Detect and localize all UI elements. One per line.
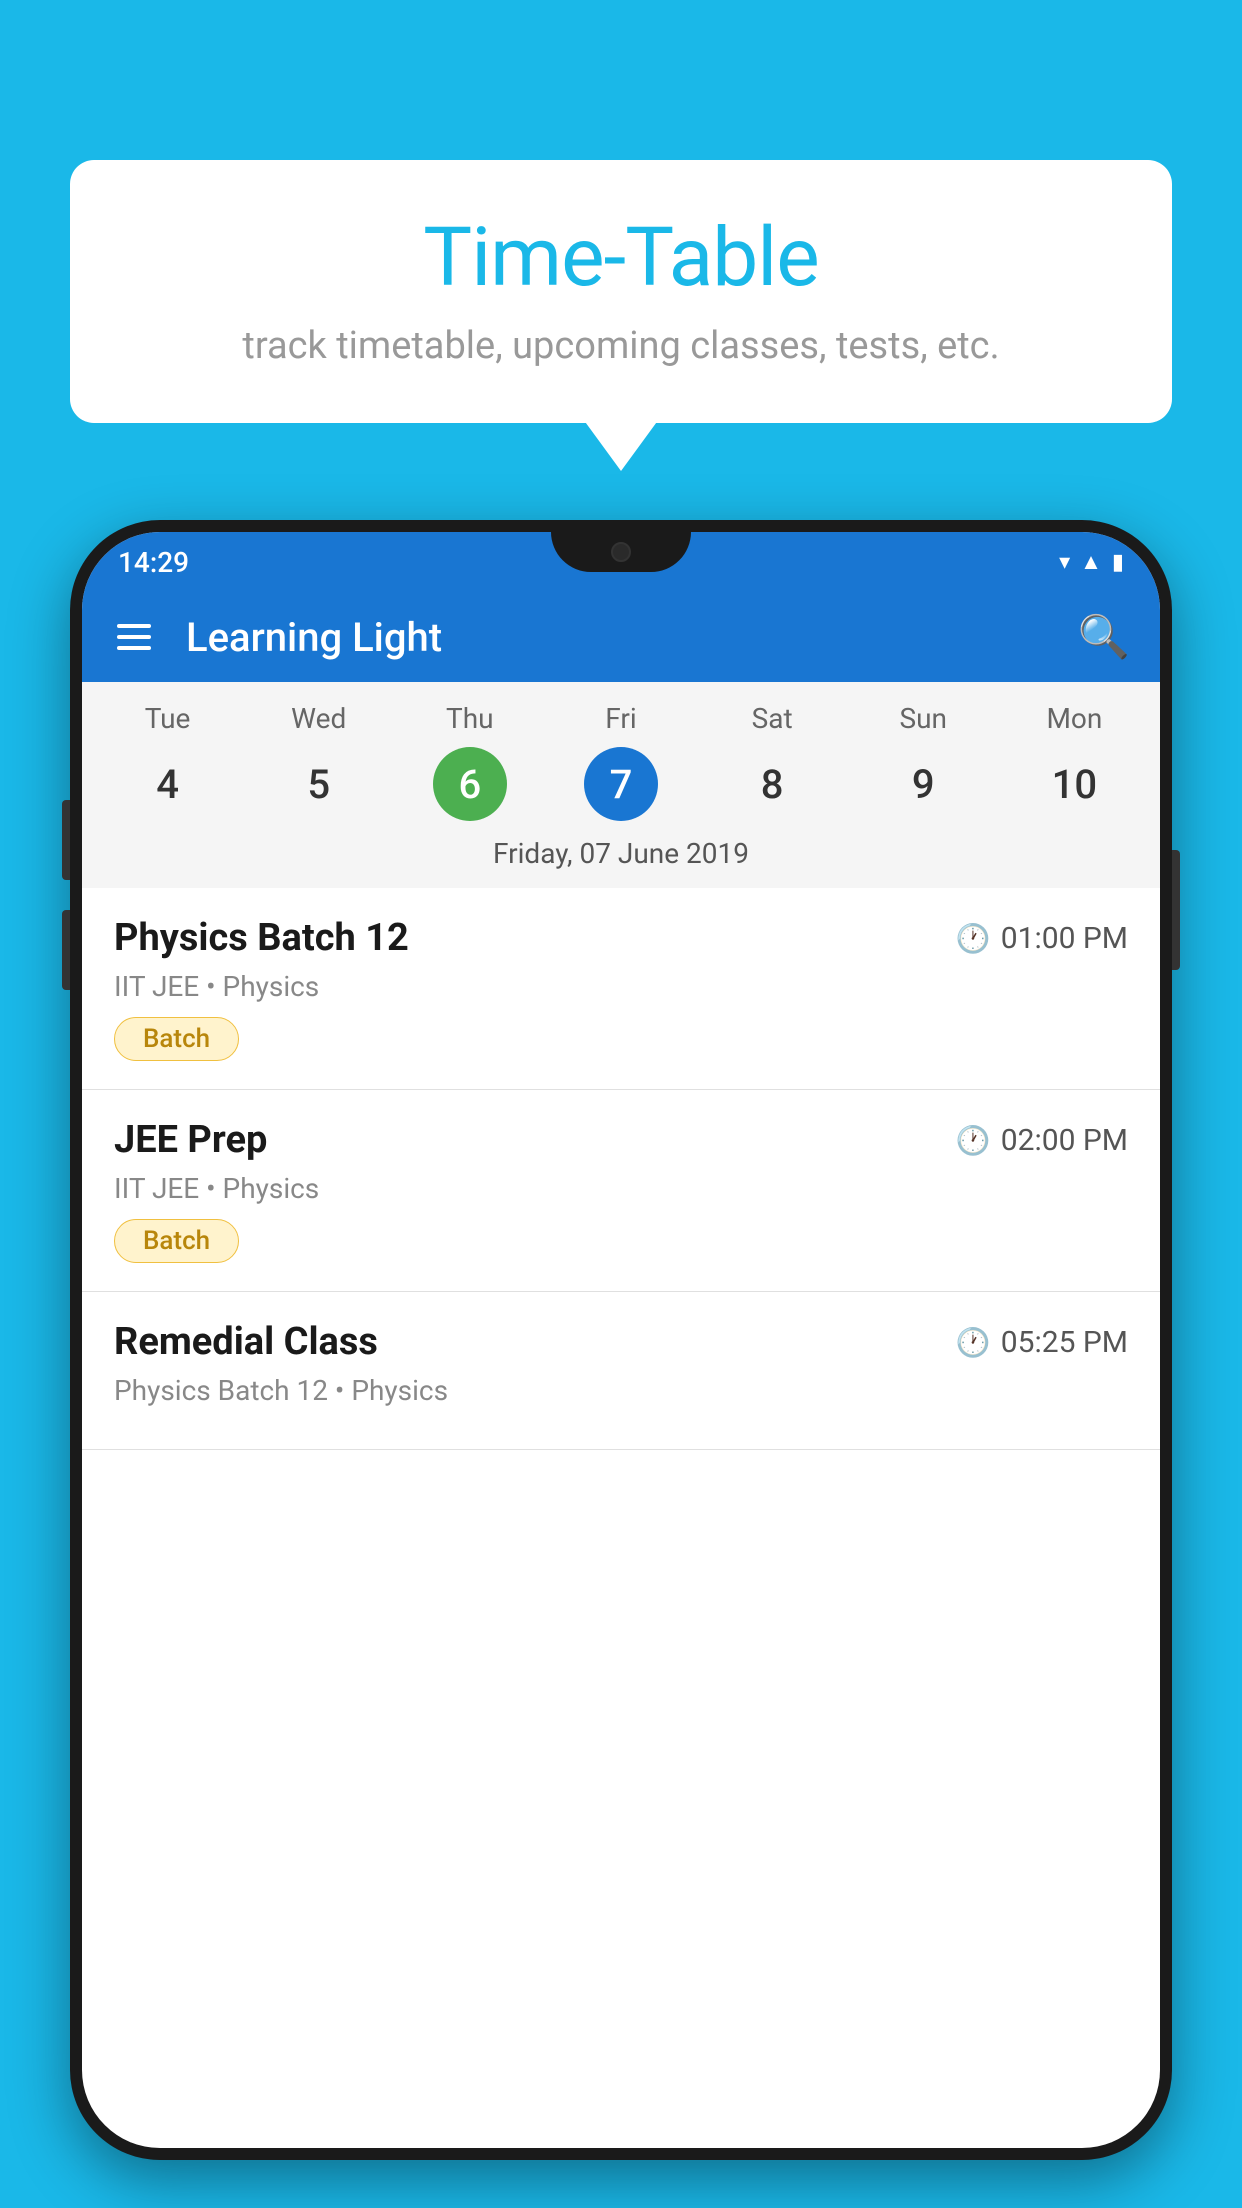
app-title: Learning Light [186, 614, 1048, 661]
front-camera [611, 542, 631, 562]
day-cell-tue[interactable]: Tue 4 [98, 702, 238, 821]
day-number: 9 [886, 747, 960, 821]
menu-icon[interactable] [112, 619, 156, 655]
time-text: 01:00 PM [1001, 921, 1128, 956]
day-name: Sat [752, 702, 793, 735]
phone-wrapper: 14:29 ▾ ▲ ▮ Learning Light 🔍 [70, 520, 1172, 2208]
schedule-subtitle: Physics Batch 12 • Physics [114, 1374, 1128, 1407]
day-name: Thu [446, 702, 494, 735]
schedule-title: Physics Batch 12 [114, 916, 409, 960]
selected-date-label: Friday, 07 June 2019 [82, 821, 1160, 888]
schedule-time: 🕐 01:00 PM [956, 921, 1128, 956]
volume-down-button[interactable] [62, 910, 70, 990]
day-cell-sun[interactable]: Sun 9 [853, 702, 993, 821]
day-cell-fri[interactable]: Fri 7 [551, 702, 691, 821]
schedule-subtitle: IIT JEE • Physics [114, 1172, 1128, 1205]
clock-icon: 🕐 [956, 1124, 991, 1157]
day-number: 10 [1037, 747, 1111, 821]
search-icon[interactable]: 🔍 [1078, 613, 1130, 662]
batch-badge: Batch [114, 1017, 239, 1061]
schedule-item[interactable]: Physics Batch 12 🕐 01:00 PM IIT JEE • Physi… [82, 888, 1160, 1090]
status-icons: ▾ ▲ ▮ [1059, 549, 1124, 575]
day-name: Tue [145, 702, 191, 735]
day-cell-mon[interactable]: Mon 10 [1004, 702, 1144, 821]
phone-frame: 14:29 ▾ ▲ ▮ Learning Light 🔍 [70, 520, 1172, 2160]
schedule-item[interactable]: JEE Prep 🕐 02:00 PM IIT JEE • Physics Batch [82, 1090, 1160, 1292]
schedule-time: 🕐 05:25 PM [956, 1325, 1128, 1360]
schedule-title: JEE Prep [114, 1118, 267, 1162]
day-number: 4 [131, 747, 205, 821]
bubble-title: Time-Table [130, 210, 1112, 306]
volume-up-button[interactable] [62, 800, 70, 880]
battery-icon: ▮ [1112, 550, 1124, 575]
signal-icon: ▲ [1080, 549, 1102, 575]
phone-screen: 14:29 ▾ ▲ ▮ Learning Light 🔍 [82, 532, 1160, 2148]
clock-icon: 🕐 [956, 922, 991, 955]
clock-icon: 🕐 [956, 1326, 991, 1359]
day-number: 6 [433, 747, 507, 821]
day-number: 5 [282, 747, 356, 821]
day-name: Sun [900, 702, 948, 735]
schedule-list: Physics Batch 12 🕐 01:00 PM IIT JEE • Physi… [82, 888, 1160, 1450]
speech-bubble-container: Time-Table track timetable, upcoming cla… [70, 160, 1172, 423]
power-button[interactable] [1172, 850, 1180, 970]
batch-badge: Batch [114, 1219, 239, 1263]
bubble-subtitle: track timetable, upcoming classes, tests… [130, 324, 1112, 368]
time-text: 05:25 PM [1001, 1325, 1128, 1360]
day-name: Wed [291, 702, 346, 735]
schedule-time: 🕐 02:00 PM [956, 1123, 1128, 1158]
schedule-item-header: JEE Prep 🕐 02:00 PM [114, 1118, 1128, 1162]
day-cell-thu[interactable]: Thu 6 [400, 702, 540, 821]
schedule-subtitle: IIT JEE • Physics [114, 970, 1128, 1003]
calendar-strip: Tue 4 Wed 5 Thu 6 Fri 7 Sat 8 Sun 9 Mon 10 Friday, 07… [82, 682, 1160, 888]
day-name: Fri [605, 702, 636, 735]
days-row: Tue 4 Wed 5 Thu 6 Fri 7 Sat 8 Sun 9 Mon 10 [82, 702, 1160, 821]
day-name: Mon [1046, 702, 1102, 735]
time-text: 02:00 PM [1001, 1123, 1128, 1158]
speech-bubble: Time-Table track timetable, upcoming cla… [70, 160, 1172, 423]
day-number: 8 [735, 747, 809, 821]
status-time: 14:29 [118, 546, 189, 579]
app-bar: Learning Light 🔍 [82, 592, 1160, 682]
schedule-item-header: Physics Batch 12 🕐 01:00 PM [114, 916, 1128, 960]
status-bar: 14:29 ▾ ▲ ▮ [82, 532, 1160, 592]
schedule-item[interactable]: Remedial Class 🕐 05:25 PM Physics Batch 12 … [82, 1292, 1160, 1450]
day-cell-sat[interactable]: Sat 8 [702, 702, 842, 821]
schedule-title: Remedial Class [114, 1320, 378, 1364]
day-cell-wed[interactable]: Wed 5 [249, 702, 389, 821]
notch [551, 532, 691, 572]
day-number: 7 [584, 747, 658, 821]
wifi-icon: ▾ [1059, 550, 1070, 575]
schedule-item-header: Remedial Class 🕐 05:25 PM [114, 1320, 1128, 1364]
